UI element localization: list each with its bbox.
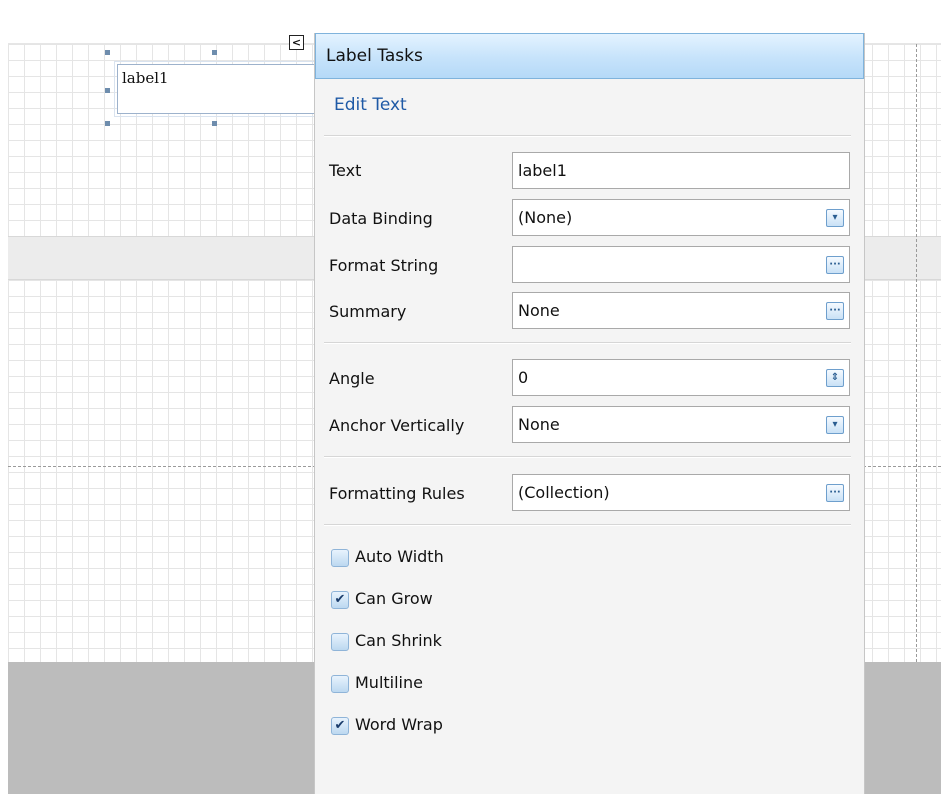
angle-label: Angle: [329, 369, 375, 388]
anchor-vertically-dropdown[interactable]: None ▾: [512, 406, 850, 443]
smart-tag-collapse-icon[interactable]: <: [289, 35, 304, 50]
summary-value: None: [518, 301, 560, 320]
angle-value: 0: [518, 368, 529, 387]
label-tasks-panel: Label Tasks Edit Text Text label1 Data B…: [314, 33, 865, 794]
separator: [324, 524, 851, 526]
angle-spinner[interactable]: 0 ⇕: [512, 359, 850, 396]
checkbox-checked-icon[interactable]: ✔: [331, 591, 349, 609]
formatting-rules-input[interactable]: (Collection) ···: [512, 474, 850, 511]
multiline-label: Multiline: [355, 673, 423, 692]
data-binding-value: (None): [518, 208, 573, 227]
panel-title: Label Tasks: [326, 46, 423, 66]
edit-text-link[interactable]: Edit Text: [334, 95, 407, 115]
label-control-text: label1: [122, 69, 169, 87]
checkbox-checked-icon[interactable]: ✔: [331, 717, 349, 735]
format-string-input[interactable]: ···: [512, 246, 850, 283]
page-margin-line-vertical: [916, 44, 917, 662]
anchor-vertically-value: None: [518, 415, 560, 434]
dropdown-icon[interactable]: ▾: [826, 209, 844, 227]
text-input-value: label1: [518, 161, 567, 180]
text-input[interactable]: label1: [512, 152, 850, 189]
data-binding-dropdown[interactable]: (None) ▾: [512, 199, 850, 236]
can-shrink-label: Can Shrink: [355, 631, 442, 650]
resize-handle[interactable]: [105, 88, 110, 93]
separator: [324, 456, 851, 458]
data-binding-label: Data Binding: [329, 209, 433, 228]
formatting-rules-value: (Collection): [518, 483, 610, 502]
resize-handle[interactable]: [105, 50, 110, 55]
separator: [324, 342, 851, 344]
dropdown-icon[interactable]: ▾: [826, 416, 844, 434]
report-designer-canvas: label1 < Label Tasks Edit Text Text labe…: [0, 0, 941, 794]
label-control[interactable]: label1: [114, 61, 340, 117]
resize-handle[interactable]: [105, 121, 110, 126]
summary-label: Summary: [329, 302, 407, 321]
ellipsis-icon[interactable]: ···: [826, 302, 844, 320]
ellipsis-icon[interactable]: ···: [826, 256, 844, 274]
text-property-label: Text: [329, 161, 362, 180]
summary-input[interactable]: None ···: [512, 292, 850, 329]
checkbox-unchecked-icon[interactable]: [331, 633, 349, 651]
separator: [324, 135, 851, 137]
word-wrap-label: Word Wrap: [355, 715, 443, 734]
resize-handle[interactable]: [212, 121, 217, 126]
checkbox-unchecked-icon[interactable]: [331, 549, 349, 567]
auto-width-label: Auto Width: [355, 547, 444, 566]
checkbox-unchecked-icon[interactable]: [331, 675, 349, 693]
panel-header: Label Tasks: [315, 33, 864, 79]
formatting-rules-label: Formatting Rules: [329, 484, 465, 503]
spinner-icon[interactable]: ⇕: [826, 369, 844, 387]
format-string-label: Format String: [329, 256, 439, 275]
resize-handle[interactable]: [212, 50, 217, 55]
anchor-vertically-label: Anchor Vertically: [329, 416, 465, 435]
ellipsis-icon[interactable]: ···: [826, 484, 844, 502]
can-grow-label: Can Grow: [355, 589, 433, 608]
